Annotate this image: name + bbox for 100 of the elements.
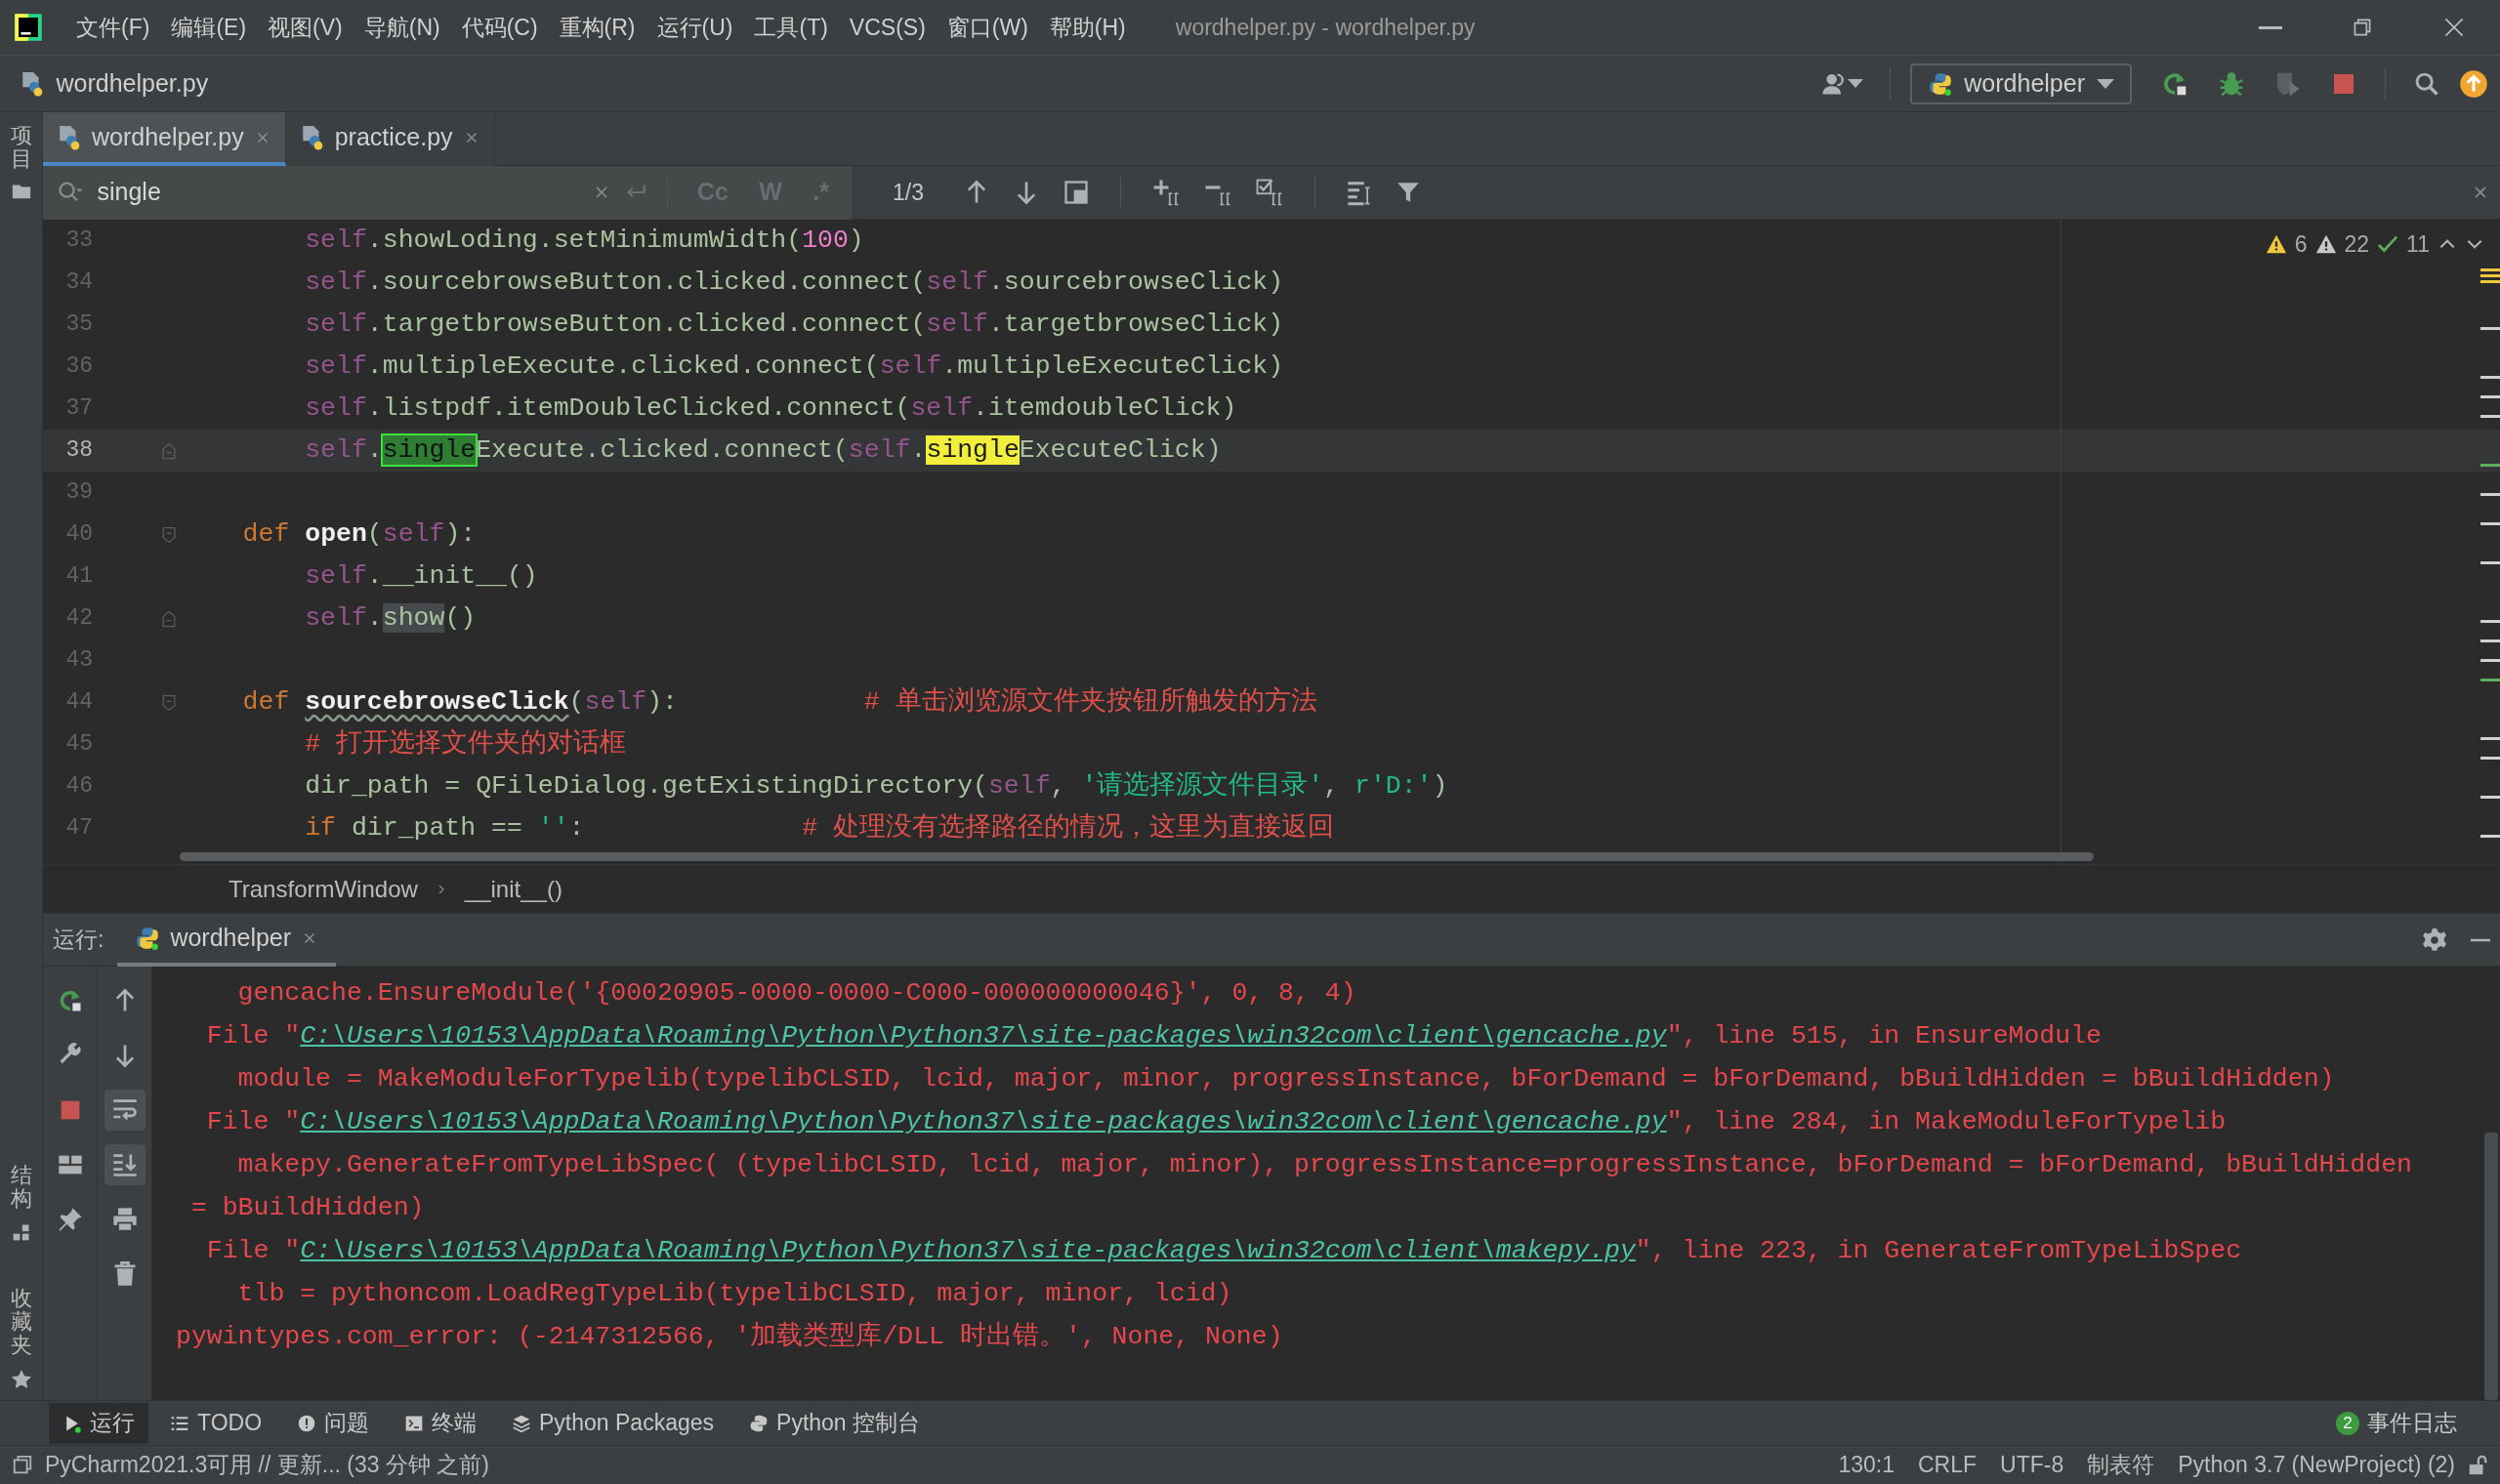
add-selection-icon[interactable] bbox=[1151, 178, 1181, 207]
code-line: self.showLoding.setMinimumWidth(100) bbox=[304, 224, 864, 257]
toggle-selection-icon[interactable] bbox=[1255, 178, 1284, 207]
python-file-icon bbox=[20, 70, 45, 97]
scroll-to-end-icon bbox=[110, 1151, 139, 1178]
line-number: 34 bbox=[64, 268, 93, 298]
code-line: self.multipleExecute.clicked.connect(self.multipleExecuteClick) bbox=[304, 350, 1284, 383]
code-line: self.singleExecute.clicked.connect(self.singleExecuteClick) bbox=[304, 433, 1222, 467]
menu-item[interactable]: VCS(S) bbox=[838, 6, 937, 49]
warning-count: 22 bbox=[2344, 230, 2370, 259]
line-number: 47 bbox=[64, 814, 93, 844]
select-all-icon[interactable] bbox=[1062, 179, 1090, 206]
code-line: dir_path = QFileDialog.getExistingDirectory(self, '请选择源文件目录', r'D:') bbox=[304, 769, 1448, 803]
console-line: module = MakeModuleForTypelib(typelibCLSID, lcid, major, minor, progressInstance, bForDemand = bForDemand, bBuildHidden = bBuildHidden) bbox=[236, 1063, 2336, 1095]
breadcrumb-item[interactable]: __init__() bbox=[464, 871, 562, 907]
console-line: gencache.EnsureModule('{00020905-0000-0000-C000-000000000046}', 0, 8, 4) bbox=[236, 977, 1357, 1010]
menu-item[interactable]: 运行(U) bbox=[646, 6, 744, 49]
soft-wrap-button[interactable] bbox=[104, 1090, 146, 1131]
line-number: 41 bbox=[64, 562, 93, 592]
match-count: 1/3 bbox=[893, 178, 924, 207]
settings-icon[interactable] bbox=[2422, 927, 2447, 953]
line-number: 44 bbox=[64, 688, 93, 718]
menu-item[interactable]: 工具(T) bbox=[743, 6, 839, 49]
line-number: 45 bbox=[64, 730, 93, 760]
line-number: 43 bbox=[64, 646, 93, 676]
tool-window-tab[interactable]: TODO bbox=[156, 1402, 276, 1444]
window-icon[interactable] bbox=[12, 1454, 33, 1476]
layers-icon bbox=[512, 1413, 532, 1433]
warning-icon bbox=[2314, 233, 2337, 256]
menu-item[interactable]: 帮助(H) bbox=[1038, 6, 1137, 49]
console-line: File "C:\Users\10153\AppData\Roaming\Python\Python37\site-packages\win32com\client\gencache.py", line 515, in EnsureModule bbox=[205, 1020, 2103, 1052]
line-number: 37 bbox=[64, 394, 93, 424]
console-line: = bBuildHidden) bbox=[189, 1192, 426, 1224]
console-line: File "C:\Users\10153\AppData\Roaming\Python\Python37\site-packages\win32com\client\gencache.py", line 284, in MakeModuleForTypelib bbox=[205, 1106, 2228, 1138]
app-logo-icon bbox=[14, 13, 43, 42]
structure-tool-tab[interactable]: 结构 bbox=[10, 1164, 32, 1212]
window-title: wordhelper.py - wordhelper.py bbox=[1175, 13, 1476, 42]
code-line: self.listpdf.itemDoubleClicked.connect(self.itemdoubleClick) bbox=[304, 392, 1237, 425]
status-message[interactable]: PyCharm2021.3可用 // 更新... (33 分钟 之前) bbox=[33, 1448, 501, 1482]
tool-window-tab[interactable]: 终端 bbox=[391, 1402, 491, 1444]
scroll-to-end-button[interactable] bbox=[104, 1144, 146, 1185]
code-line: if dir_path == '': # 处理没有选择路径的情况，这里为直接返回 bbox=[304, 811, 1334, 845]
python-icon bbox=[135, 925, 161, 951]
lock-icon[interactable] bbox=[2467, 1454, 2488, 1476]
code-line: def sourcebrowseClick(self): # 单击浏览源文件夹按钮所触发的方法 bbox=[241, 685, 1317, 719]
panel-label: 运行: bbox=[53, 926, 104, 955]
star-icon[interactable] bbox=[10, 1369, 32, 1390]
favorites-tool-tab[interactable]: 收藏夹 bbox=[10, 1286, 32, 1358]
event-log-tab[interactable]: 2 事件日志 bbox=[2322, 1402, 2471, 1444]
line-number: 35 bbox=[64, 310, 93, 340]
menu-item[interactable]: 窗口(W) bbox=[936, 6, 1039, 49]
warning-count: 6 bbox=[2294, 230, 2308, 259]
menu-item[interactable]: 代码(C) bbox=[450, 6, 549, 49]
code-line: self.sourcebrowseButton.clicked.connect(self.sourcebrowseClick) bbox=[304, 266, 1284, 299]
run-config-dropdown[interactable]: wordhelper bbox=[1909, 62, 2132, 104]
editor-tab[interactable]: wordhelper.py bbox=[43, 112, 286, 166]
console-line: pywintypes.com_error: (-2147312566, '加载类型库/DLL 时出错。', None, None) bbox=[176, 1320, 1284, 1353]
line-number: 46 bbox=[64, 772, 93, 802]
breadcrumb-item[interactable]: TransformWindow bbox=[229, 871, 418, 907]
python-icon bbox=[749, 1413, 770, 1433]
menu-item[interactable]: 编辑(E) bbox=[160, 6, 258, 49]
status-item[interactable]: 制表符 bbox=[2075, 1448, 2167, 1482]
status-item[interactable]: 130:1 bbox=[1826, 1448, 1906, 1482]
status-item[interactable]: UTF-8 bbox=[1988, 1448, 2076, 1482]
tool-window-tab[interactable]: Python 控制台 bbox=[735, 1402, 935, 1444]
typo-count: 11 bbox=[2406, 230, 2430, 259]
caret-icon bbox=[2096, 78, 2114, 89]
console-line: tlb = pythoncom.LoadRegTypeLib(typelibCLSID, major, minor, lcid) bbox=[236, 1278, 1233, 1310]
editor-tab[interactable]: practice.py bbox=[285, 112, 495, 166]
tool-window-tab[interactable]: Python Packages bbox=[498, 1402, 729, 1444]
tool-window-tab[interactable]: 运行 bbox=[49, 1402, 148, 1444]
notification-count: 2 bbox=[2336, 1411, 2359, 1435]
status-item[interactable]: CRLF bbox=[1906, 1448, 1989, 1482]
line-number: 38 bbox=[64, 436, 93, 466]
console-line: File "C:\Users\10153\AppData\Roaming\Python\Python37\site-packages\win32com\client\makepy.py", line 223, in GenerateFromTypeLibSpec bbox=[205, 1235, 2243, 1267]
menu-item[interactable]: 重构(R) bbox=[548, 6, 646, 49]
line-number: 39 bbox=[64, 478, 93, 508]
menu-item[interactable]: 导航(N) bbox=[353, 6, 451, 49]
menu-item[interactable]: 视图(V) bbox=[257, 6, 354, 49]
warning-icon bbox=[2265, 233, 2287, 256]
print-icon bbox=[110, 1206, 139, 1233]
exclamation-icon bbox=[297, 1413, 317, 1433]
breadcrumb-project[interactable]: wordhelper.py bbox=[56, 64, 209, 103]
line-number: 36 bbox=[64, 352, 93, 382]
minimize-icon bbox=[2258, 25, 2283, 29]
caret-icon bbox=[1847, 79, 1863, 88]
menu-item[interactable]: 文件(F) bbox=[65, 6, 161, 49]
python-icon bbox=[1927, 70, 1953, 97]
tool-window-tab[interactable]: 问题 bbox=[283, 1402, 384, 1444]
scrollbar-thumb[interactable] bbox=[180, 852, 2094, 861]
console-line: makepy.GenerateFromTypeLibSpec( (typelibCLSID, lcid, major, minor), progressInstance=progressInstance, bForDemand = bForDemand, bBuildHidden bbox=[236, 1149, 2413, 1181]
status-item[interactable]: Python 3.7 (NewProject) (2) bbox=[2166, 1448, 2467, 1482]
python-file-icon bbox=[57, 124, 82, 150]
arrow-up-circle-icon[interactable] bbox=[2459, 68, 2488, 99]
code-line: # 打开选择文件夹的对话框 bbox=[304, 727, 627, 761]
align-icon[interactable] bbox=[1346, 179, 1373, 206]
scrollbar-thumb[interactable] bbox=[2484, 1133, 2498, 1400]
pin-icon bbox=[56, 1206, 84, 1233]
project-tool-tab[interactable]: 项目 bbox=[10, 124, 32, 172]
code-line: self.show() bbox=[304, 601, 477, 635]
